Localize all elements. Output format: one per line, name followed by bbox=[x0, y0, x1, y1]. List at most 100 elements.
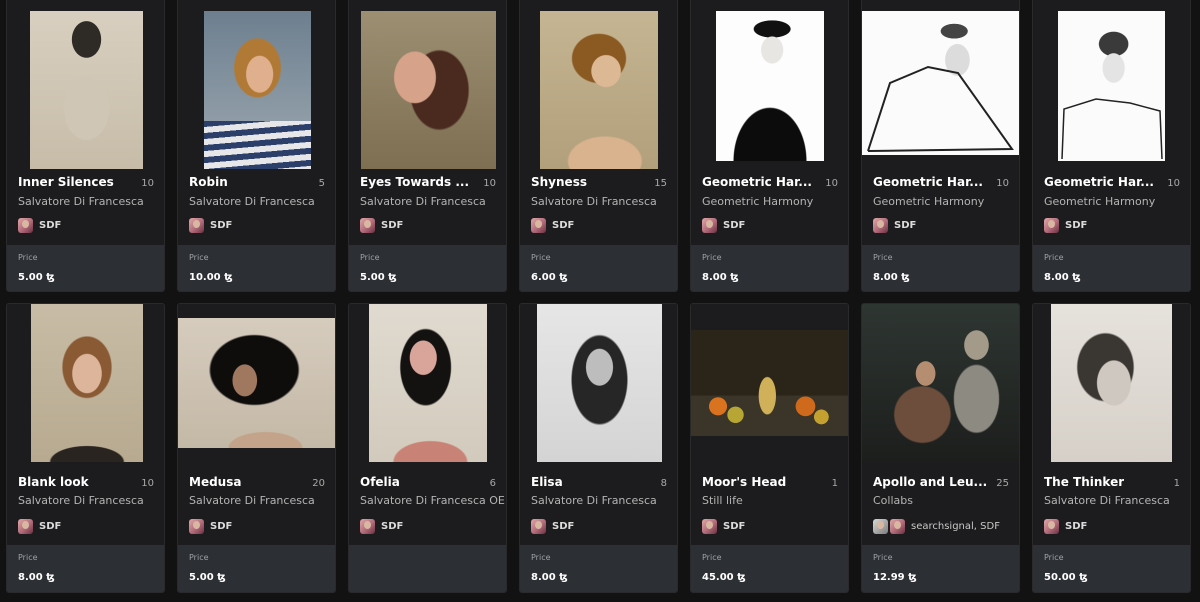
price-label: Price bbox=[873, 253, 893, 262]
creator-name: searchsignal, SDF bbox=[911, 521, 1000, 532]
creator-name: SDF bbox=[723, 220, 746, 231]
artwork-title: Geometric Har... bbox=[873, 175, 983, 189]
nft-card[interactable]: Moor's Head 1 Still life SDF Price 45.00… bbox=[690, 303, 849, 593]
price-box: Price 12.99 ꜩ bbox=[862, 545, 1019, 592]
edition-count: 15 bbox=[654, 178, 667, 189]
price-box: Price 5.00 ꜩ bbox=[7, 245, 164, 291]
creator[interactable]: SDF bbox=[531, 218, 574, 233]
nft-card[interactable]: Geometric Har... 10 Geometric Harmony SD… bbox=[1032, 0, 1191, 292]
creator[interactable]: SDF bbox=[189, 519, 232, 534]
creator[interactable]: SDF bbox=[702, 218, 745, 233]
creator-avatar bbox=[1044, 218, 1059, 233]
creator-name: SDF bbox=[552, 220, 575, 231]
creator-avatar bbox=[702, 218, 717, 233]
price-value: 5.00 ꜩ bbox=[189, 572, 226, 583]
artwork-thumbnail[interactable] bbox=[1033, 11, 1190, 169]
nft-card[interactable]: Geometric Har... 10 Geometric Harmony SD… bbox=[690, 0, 849, 292]
price-label: Price bbox=[702, 253, 722, 262]
nft-card[interactable]: Medusa 20 Salvatore Di Francesca SDF Pri… bbox=[177, 303, 336, 593]
creator-name: SDF bbox=[723, 521, 746, 532]
artwork-image bbox=[178, 318, 335, 448]
nft-card[interactable]: The Thinker 1 Salvatore Di Francesca SDF… bbox=[1032, 303, 1191, 593]
nft-card[interactable]: Blank look 10 Salvatore Di Francesca SDF… bbox=[6, 303, 165, 593]
line-drawing bbox=[867, 65, 1014, 152]
collection-name: Salvatore Di Francesca bbox=[531, 195, 657, 208]
artwork-title: Blank look bbox=[18, 475, 89, 489]
creator-name: SDF bbox=[1065, 220, 1088, 231]
creator[interactable]: SDF bbox=[1044, 519, 1087, 534]
artwork-title: Medusa bbox=[189, 475, 242, 489]
artwork-thumbnail[interactable] bbox=[349, 11, 506, 169]
collection-name: Salvatore Di Francesca bbox=[18, 494, 144, 507]
edition-count: 8 bbox=[660, 478, 667, 489]
creator-name: SDF bbox=[39, 220, 62, 231]
price-label: Price bbox=[531, 553, 551, 562]
creator[interactable]: SDF bbox=[360, 218, 403, 233]
creator[interactable]: SDF bbox=[18, 218, 61, 233]
price-box: Price 8.00 ꜩ bbox=[1033, 245, 1190, 291]
creator[interactable]: SDF bbox=[18, 519, 61, 534]
creator[interactable]: SDF bbox=[531, 519, 574, 534]
price-value: 6.00 ꜩ bbox=[531, 272, 568, 283]
creator-name: SDF bbox=[381, 220, 404, 231]
nft-card[interactable]: Shyness 15 Salvatore Di Francesca SDF Pr… bbox=[519, 0, 678, 292]
edition-count: 10 bbox=[996, 178, 1009, 189]
creator[interactable]: SDF bbox=[189, 218, 232, 233]
price-label: Price bbox=[189, 253, 209, 262]
edition-count: 6 bbox=[489, 478, 496, 489]
price-box: Price 45.00 ꜩ bbox=[691, 545, 848, 592]
nft-card[interactable]: Ofelia 6 Salvatore Di Francesca OE SDF P… bbox=[348, 303, 507, 593]
price-value: 8.00 ꜩ bbox=[1044, 272, 1081, 283]
artwork-image bbox=[691, 330, 848, 436]
creator[interactable]: SDF bbox=[360, 519, 403, 534]
nft-card[interactable]: Elisa 8 Salvatore Di Francesca SDF Price… bbox=[519, 303, 678, 593]
creator[interactable]: searchsignal, SDF bbox=[873, 519, 1000, 534]
artwork-thumbnail[interactable] bbox=[691, 304, 848, 462]
artwork-image bbox=[716, 11, 824, 161]
artwork-thumbnail[interactable] bbox=[349, 304, 506, 462]
creator-name: SDF bbox=[552, 521, 575, 532]
nft-card[interactable]: Robin 5 Salvatore Di Francesca SDF Price… bbox=[177, 0, 336, 292]
artwork-thumbnail[interactable] bbox=[178, 304, 335, 462]
artwork-thumbnail[interactable] bbox=[7, 11, 164, 169]
artwork-thumbnail[interactable] bbox=[691, 11, 848, 169]
creator[interactable]: SDF bbox=[702, 519, 745, 534]
artwork-title: Eyes Towards ... bbox=[360, 175, 470, 189]
creator[interactable]: SDF bbox=[1044, 218, 1087, 233]
creator-avatar bbox=[360, 218, 375, 233]
nft-card[interactable]: Geometric Har... 10 Geometric Harmony SD… bbox=[861, 0, 1020, 292]
artwork-thumbnail[interactable] bbox=[862, 11, 1019, 169]
artwork-thumbnail[interactable] bbox=[520, 304, 677, 462]
collection-name: Salvatore Di Francesca bbox=[189, 494, 315, 507]
price-value: 10.00 ꜩ bbox=[189, 272, 233, 283]
creator-avatar bbox=[873, 519, 888, 534]
edition-count: 10 bbox=[1167, 178, 1180, 189]
edition-count: 25 bbox=[996, 478, 1009, 489]
price-box: Price 5.00 ꜩ bbox=[178, 545, 335, 592]
artwork-image bbox=[537, 304, 662, 462]
artwork-image bbox=[862, 11, 1019, 155]
artwork-thumbnail[interactable] bbox=[7, 304, 164, 462]
creator-avatar bbox=[189, 519, 204, 534]
creator[interactable]: SDF bbox=[873, 218, 916, 233]
nft-card[interactable]: Apollo and Leu... 25 Collabs searchsigna… bbox=[861, 303, 1020, 593]
artwork-thumbnail[interactable] bbox=[1033, 304, 1190, 462]
artwork-image bbox=[204, 11, 311, 169]
collection-name: Salvatore Di Francesca bbox=[531, 494, 657, 507]
price-value: 5.00 ꜩ bbox=[18, 272, 55, 283]
price-box: Price 5.00 ꜩ bbox=[349, 245, 506, 291]
nft-card[interactable]: Inner Silences 10 Salvatore Di Francesca… bbox=[6, 0, 165, 292]
price-value: 5.00 ꜩ bbox=[360, 272, 397, 283]
collection-name: Salvatore Di Francesca bbox=[18, 195, 144, 208]
edition-count: 1 bbox=[831, 478, 838, 489]
edition-count: 10 bbox=[141, 178, 154, 189]
nft-card[interactable]: Eyes Towards ... 10 Salvatore Di Frances… bbox=[348, 0, 507, 292]
artwork-title: Geometric Har... bbox=[702, 175, 812, 189]
price-label: Price bbox=[702, 553, 722, 562]
artwork-thumbnail[interactable] bbox=[520, 11, 677, 169]
artwork-thumbnail[interactable] bbox=[178, 11, 335, 169]
artwork-thumbnail[interactable] bbox=[862, 304, 1019, 462]
artwork-image bbox=[30, 11, 143, 169]
artwork-title: Robin bbox=[189, 175, 228, 189]
creator-name: SDF bbox=[1065, 521, 1088, 532]
